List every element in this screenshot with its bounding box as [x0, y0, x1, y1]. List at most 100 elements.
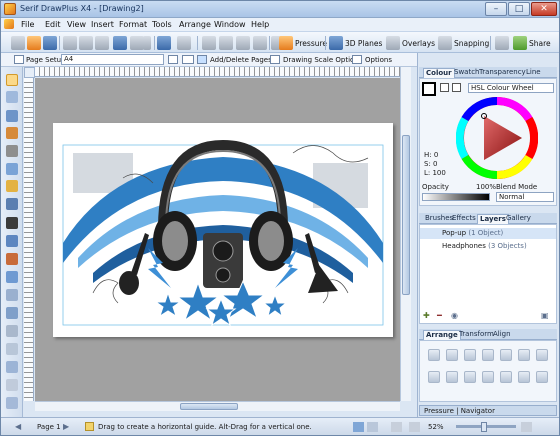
vertical-scroll-thumb[interactable]: [402, 135, 410, 295]
forward-icon[interactable]: [446, 349, 458, 361]
send-back-icon[interactable]: [482, 349, 494, 361]
tab-gallery[interactable]: Gallery: [504, 214, 533, 224]
zoom-slider-thumb[interactable]: [481, 422, 487, 432]
prev-page-icon[interactable]: ◀: [15, 422, 21, 431]
backward-icon[interactable]: [464, 349, 476, 361]
redo-icon[interactable]: [177, 36, 191, 50]
forward-one-icon[interactable]: [219, 36, 233, 50]
hsl-colour-wheel[interactable]: [456, 97, 538, 179]
horizontal-scroll-thumb[interactable]: [180, 403, 238, 410]
horizontal-ruler[interactable]: [35, 67, 400, 77]
menu-view[interactable]: View: [67, 20, 86, 29]
back-one-icon[interactable]: [236, 36, 250, 50]
ungroup-icon[interactable]: [518, 349, 530, 361]
rotate-left-icon[interactable]: [428, 371, 440, 383]
fill-swatch[interactable]: [422, 82, 436, 96]
snapping-button[interactable]: Snapping: [454, 39, 489, 48]
flip-vertical-icon[interactable]: [482, 371, 494, 383]
node-tool-icon[interactable]: [6, 91, 18, 103]
vertical-ruler[interactable]: [24, 78, 34, 401]
table-tool-icon[interactable]: [6, 235, 18, 247]
close-button[interactable]: ✕: [531, 2, 557, 16]
straight-line-tool-icon[interactable]: [6, 163, 18, 175]
print-icon[interactable]: [495, 36, 509, 50]
layer-properties-icon[interactable]: ◉: [451, 311, 458, 320]
new-document-icon[interactable]: [11, 36, 25, 50]
zoom-in-icon[interactable]: [521, 422, 532, 432]
landscape-icon[interactable]: [182, 55, 194, 64]
tab-colour[interactable]: Colour: [423, 68, 455, 78]
delete-layer-icon[interactable]: ━: [437, 311, 442, 320]
view-mode-icon[interactable]: [353, 422, 364, 432]
hand-tool-icon[interactable]: [367, 422, 378, 432]
pen-tool-icon[interactable]: [6, 145, 18, 157]
layer-options-icon[interactable]: ▣: [541, 311, 549, 320]
title-bar[interactable]: Serif DrawPlus X4 - [Drawing2] – □ ✕: [1, 1, 559, 18]
save-icon[interactable]: [43, 36, 57, 50]
share-button[interactable]: Share: [529, 39, 551, 48]
text-tool-icon[interactable]: [6, 217, 18, 229]
connector-tool-icon[interactable]: [6, 271, 18, 283]
tab-transform[interactable]: Transform: [457, 330, 496, 340]
pressure-navigator-tabs[interactable]: Pressure | Navigator: [419, 405, 557, 416]
colour-mode-select[interactable]: HSL Colour Wheel: [468, 83, 554, 93]
brush-tool-icon[interactable]: [6, 127, 18, 139]
cut-icon[interactable]: [63, 36, 77, 50]
crop-tool-icon[interactable]: [6, 307, 18, 319]
page-setup-button[interactable]: Page Setup: [26, 56, 66, 64]
horizontal-scrollbar[interactable]: [35, 401, 400, 411]
dimension-tool-icon[interactable]: [6, 289, 18, 301]
page-size-select[interactable]: A4: [61, 54, 164, 65]
page-setup-icon[interactable]: [14, 55, 24, 64]
drawing-scale-icon[interactable]: [270, 55, 280, 64]
text-swatch[interactable]: [452, 83, 461, 92]
undo-icon[interactable]: [157, 36, 171, 50]
next-page-icon[interactable]: ▶: [63, 422, 69, 431]
bring-to-front-icon[interactable]: [202, 36, 216, 50]
add-layer-icon[interactable]: ✚: [423, 311, 430, 320]
tab-arrange[interactable]: Arrange: [423, 330, 461, 340]
menu-edit[interactable]: Edit: [45, 20, 61, 29]
menu-help[interactable]: Help: [251, 20, 269, 29]
blend-mode-select[interactable]: Normal: [496, 192, 554, 202]
menu-file[interactable]: File: [21, 20, 34, 29]
tab-align[interactable]: Align: [491, 330, 513, 340]
lock-icon[interactable]: [536, 349, 548, 361]
pressure-icon[interactable]: [279, 36, 293, 50]
maximize-button[interactable]: □: [508, 2, 530, 16]
layer-row-popup[interactable]: Pop-up (1 Object): [420, 228, 556, 239]
overlays-button[interactable]: Overlays: [402, 39, 435, 48]
fx-tool-icon[interactable]: [6, 379, 18, 391]
copy-icon[interactable]: [79, 36, 93, 50]
open-folder-icon[interactable]: [27, 36, 41, 50]
options-button[interactable]: Options: [365, 56, 392, 64]
contour-tool-icon[interactable]: [6, 361, 18, 373]
tab-line[interactable]: Line: [524, 68, 543, 78]
menu-window[interactable]: Window: [214, 20, 246, 29]
eraser-tool-icon[interactable]: [6, 253, 18, 265]
transparency-tool-icon[interactable]: [6, 343, 18, 355]
split-icon[interactable]: [518, 371, 530, 383]
combine-icon[interactable]: [500, 371, 512, 383]
minimize-button[interactable]: –: [485, 2, 507, 16]
menu-insert[interactable]: Insert: [91, 20, 114, 29]
replicate-icon[interactable]: [130, 36, 144, 50]
opacity-slider[interactable]: [422, 193, 490, 201]
overlays-icon[interactable]: [386, 36, 400, 50]
options-icon[interactable]: [352, 55, 362, 64]
3d-planes-icon[interactable]: [329, 36, 343, 50]
headphones-artwork[interactable]: [53, 123, 393, 337]
add-delete-pages-button[interactable]: Add/Delete Pages: [210, 56, 272, 64]
pressure-button[interactable]: Pressure: [295, 39, 327, 48]
menu-arrange[interactable]: Arrange: [179, 20, 211, 29]
group-objects-icon[interactable]: [500, 349, 512, 361]
tab-effects[interactable]: Effects: [450, 214, 478, 224]
stamp-tool-icon[interactable]: [6, 325, 18, 337]
bring-front-icon[interactable]: [428, 349, 440, 361]
snapping-icon[interactable]: [438, 36, 452, 50]
menu-format[interactable]: Format: [119, 20, 147, 29]
shape-tool-icon[interactable]: [6, 198, 18, 210]
format-painter-icon[interactable]: [113, 36, 127, 50]
ruler-origin[interactable]: [24, 67, 35, 78]
zoom-tool-icon[interactable]: [6, 397, 18, 409]
